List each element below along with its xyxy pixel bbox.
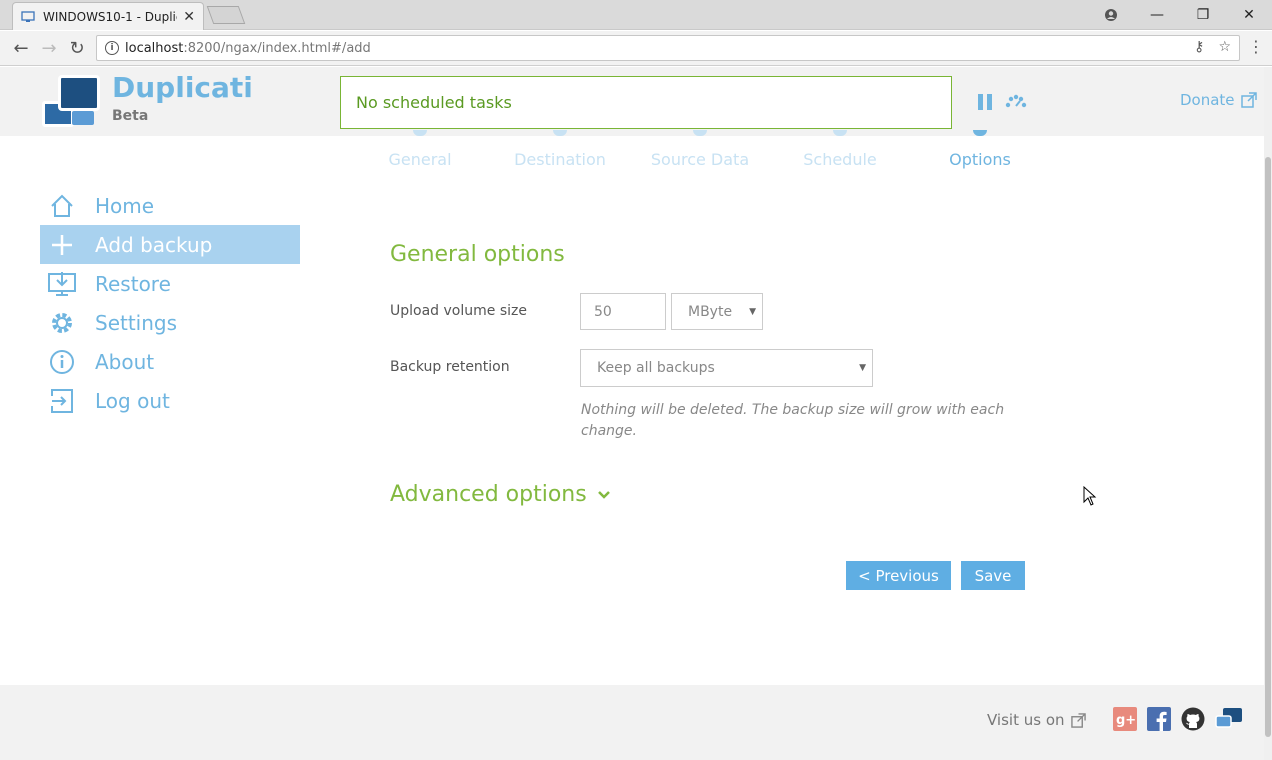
sidebar-item-label: Settings	[95, 310, 178, 335]
logout-icon	[48, 387, 76, 415]
google-plus-icon[interactable]: g+	[1113, 707, 1137, 731]
svg-text:g+: g+	[1116, 713, 1136, 728]
sidebar-item-settings[interactable]: Settings	[40, 303, 300, 342]
sidebar-item-label: Log out	[95, 388, 170, 413]
address-bar[interactable]: i localhost:8200/ngax/index.html#/add ⚷ …	[96, 35, 1240, 61]
status-bar: No scheduled tasks	[340, 76, 952, 129]
section-title: General options	[390, 242, 565, 267]
close-tab-icon[interactable]: ✕	[183, 9, 195, 25]
retention-value: Keep all backups	[597, 360, 715, 376]
duplicati-logo[interactable]	[42, 75, 102, 127]
upload-volume-label: Upload volume size	[390, 303, 527, 319]
sidebar-item-label: Restore	[95, 271, 171, 296]
advanced-options-label: Advanced options	[390, 482, 587, 507]
tab-title: WINDOWS10-1 - Duplicati	[43, 9, 177, 24]
step-source-data[interactable]: Source Data	[630, 150, 770, 169]
forum-icon[interactable]	[1215, 707, 1243, 731]
upload-volume-input[interactable]: 50	[580, 293, 666, 330]
gear-icon	[48, 309, 76, 337]
url-host: localhost	[125, 40, 184, 56]
browser-tabstrip: WINDOWS10-1 - Duplicati ✕ — ❐ ✕	[0, 0, 1272, 30]
chevron-down-icon	[597, 490, 610, 499]
sidebar-item-add-backup[interactable]: Add backup	[40, 225, 300, 264]
status-text: No scheduled tasks	[356, 93, 512, 112]
step-schedule[interactable]: Schedule	[770, 150, 910, 169]
donate-link[interactable]: Donate	[1180, 91, 1257, 109]
footer: Visit us on g+	[0, 685, 1264, 760]
visit-us-link[interactable]: Visit us on	[987, 711, 1086, 729]
save-button[interactable]: Save	[961, 561, 1025, 590]
step-dot-options	[973, 130, 987, 136]
monitor-icon	[21, 10, 35, 22]
close-window-icon[interactable]: ✕	[1226, 0, 1272, 30]
sidebar-item-restore[interactable]: Restore	[40, 264, 300, 303]
sidebar-item-label: Home	[95, 193, 155, 218]
upload-unit-select[interactable]: MByte ▼	[671, 293, 763, 330]
backup-retention-label: Backup retention	[390, 359, 510, 375]
page-scrollbar[interactable]	[1264, 67, 1272, 760]
minimize-icon[interactable]: —	[1134, 0, 1180, 30]
back-icon[interactable]: ←	[10, 37, 32, 59]
app-header: Duplicati Beta No scheduled tasks Donate	[0, 67, 1264, 136]
step-destination[interactable]: Destination	[490, 150, 630, 169]
info-circle-icon	[48, 348, 76, 376]
key-icon[interactable]: ⚷	[1194, 39, 1204, 55]
sidebar-item-about[interactable]: About	[40, 342, 300, 381]
previous-button[interactable]: < Previous	[846, 561, 951, 590]
browser-menu-icon[interactable]: ⋮	[1248, 39, 1264, 55]
external-link-icon	[1070, 712, 1086, 728]
github-icon[interactable]	[1181, 707, 1205, 731]
throttle-icon[interactable]	[1002, 93, 1030, 111]
restore-window-icon[interactable]: ❐	[1180, 0, 1226, 30]
sidebar-item-home[interactable]: Home	[40, 186, 300, 225]
forward-icon[interactable]: →	[38, 37, 60, 59]
sidebar: Home Add backup Restore Settings About L…	[40, 186, 300, 420]
upload-unit-value: MByte	[688, 303, 733, 320]
url-path: :8200/ngax/index.html#/add	[183, 40, 371, 56]
step-options[interactable]: Options	[910, 150, 1050, 169]
window-controls: — ❐ ✕	[1088, 0, 1272, 30]
wizard-steps: General Destination Source Data Schedule…	[350, 130, 1050, 170]
backup-retention-select[interactable]: Keep all backups ▼	[580, 349, 873, 387]
sidebar-item-label: About	[95, 349, 155, 374]
retention-help-text: Nothing will be deleted. The backup size…	[581, 402, 1005, 439]
home-icon	[48, 192, 76, 220]
star-icon[interactable]: ☆	[1218, 39, 1231, 55]
sidebar-item-label: Add backup	[95, 232, 213, 257]
visit-us-label: Visit us on	[987, 711, 1065, 729]
brand-name: Duplicati	[112, 71, 253, 104]
restore-icon	[48, 270, 76, 298]
sidebar-item-log-out[interactable]: Log out	[40, 381, 300, 420]
browser-toolbar: ← → ↻ i localhost:8200/ngax/index.html#/…	[0, 31, 1272, 66]
info-icon[interactable]: i	[105, 41, 119, 55]
mouse-cursor-icon	[1083, 486, 1097, 506]
pause-icon[interactable]	[978, 94, 992, 110]
plus-icon	[48, 231, 76, 259]
reload-icon[interactable]: ↻	[66, 37, 88, 59]
step-general[interactable]: General	[350, 150, 490, 169]
step-dot-source	[693, 130, 707, 136]
external-link-icon	[1240, 92, 1257, 108]
step-dot-general	[413, 130, 427, 136]
step-dot-schedule	[833, 130, 847, 136]
account-icon[interactable]	[1088, 0, 1134, 30]
advanced-options-toggle[interactable]: Advanced options	[390, 482, 611, 507]
new-tab-button[interactable]	[206, 6, 246, 24]
caret-down-icon: ▼	[749, 306, 756, 317]
step-dot-destination	[553, 130, 567, 136]
caret-down-icon: ▼	[859, 363, 866, 373]
facebook-icon[interactable]	[1147, 707, 1171, 731]
donate-label: Donate	[1180, 91, 1235, 109]
browser-tab[interactable]: WINDOWS10-1 - Duplicati ✕	[12, 2, 204, 30]
brand-sub: Beta	[112, 108, 149, 124]
